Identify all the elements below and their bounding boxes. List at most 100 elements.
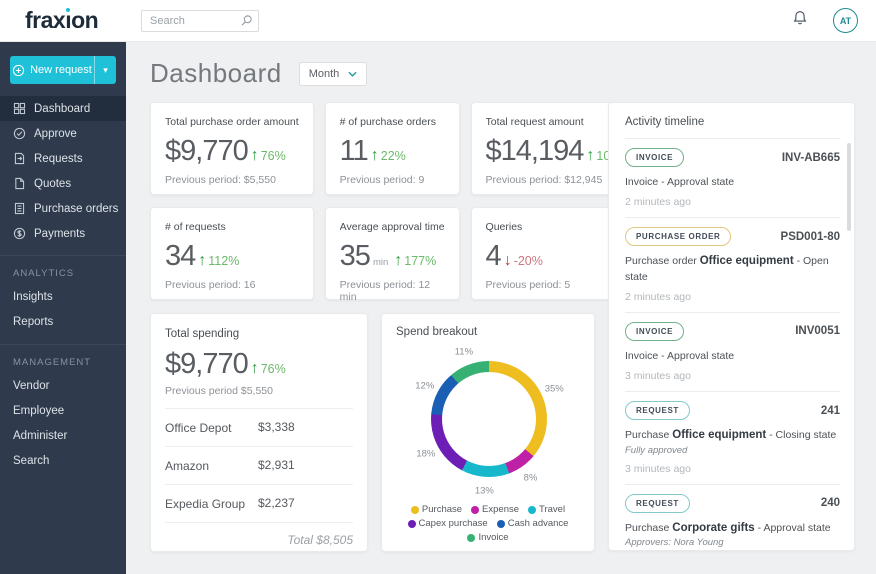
activity-description: Purchase Corporate gifts - Approval stat… <box>625 521 831 534</box>
kpi-value: 34 <box>165 240 196 272</box>
activity-id: PSD001-80 <box>780 230 840 243</box>
kpi-label: Total purchase order amount <box>165 116 299 128</box>
sidebar-item-administer[interactable]: Administer <box>0 424 126 449</box>
invoice-badge: INVOICE <box>625 148 685 167</box>
sidebar-item-quotes[interactable]: Quotes <box>0 171 126 196</box>
activity-id: 240 <box>820 497 840 510</box>
request-badge: REQUEST <box>625 493 690 513</box>
activity-time: 2 minutes ago <box>625 196 691 209</box>
sidebar-item-label: Approve <box>34 127 77 140</box>
bell-icon[interactable] <box>791 9 809 32</box>
chevron-down-icon <box>348 71 357 77</box>
donut-label: 8% <box>523 472 538 484</box>
search-icon <box>240 14 253 32</box>
kpi-label: # of purchase orders <box>339 116 436 128</box>
new-request-split-button: New request ▾ <box>10 56 116 84</box>
sidebar-item-reports[interactable]: Reports <box>0 310 126 335</box>
sidebar-item-approve[interactable]: Approve <box>0 121 126 146</box>
request-badge: REQUEST <box>625 401 690 421</box>
spending-delta: 76% <box>260 362 286 376</box>
legend-item: Expense <box>471 504 519 515</box>
spending-value: $9,770 <box>165 348 249 380</box>
kpi-label: # of requests <box>165 221 226 233</box>
quote-doc-icon <box>15 177 25 190</box>
kpi-previous: Previous period: 5 <box>485 279 571 291</box>
kpi-previous: Previous period: $12,945 <box>485 174 603 186</box>
check-circle-icon <box>13 127 26 140</box>
scrollbar-thumb[interactable] <box>847 143 851 231</box>
kpi-card-total-po-amount: Total purchase order amount $9,770 ↑ 76% P… <box>150 102 314 195</box>
sidebar-item-insights[interactable]: Insights <box>0 285 126 310</box>
legend-item: Purchase <box>410 504 462 515</box>
vendor-row: Expedia Group $2,237 <box>165 484 353 522</box>
kpi-previous: Previous period: $5,550 <box>165 174 276 186</box>
sidebar-item-search[interactable]: Search <box>0 449 126 474</box>
legend-item: Invoice <box>467 532 509 543</box>
activity-item[interactable]: INVOICE INV0051 Invoice - Approval state … <box>625 311 840 391</box>
kpi-delta: 22% <box>380 149 406 163</box>
vendor-row: Office Depot $3,338 <box>165 408 353 446</box>
new-request-label: New request <box>30 64 92 76</box>
kpi-label: Average approval time <box>339 221 445 233</box>
sidebar-item-label: Dashboard <box>34 102 91 115</box>
main-content: Dashboard Month Total purchase order amo… <box>126 42 876 574</box>
activity-item[interactable]: PURCHASE ORDER PSD001-80 Purchase order O… <box>625 217 840 312</box>
sidebar-section-analytics: ANALYTICS <box>13 268 75 279</box>
legend-item: Capex purchase <box>407 518 488 529</box>
kpi-delta: 76% <box>260 149 286 163</box>
up-arrow-icon: ↑ <box>250 360 259 377</box>
kpi-previous: Previous period: 9 <box>339 174 425 186</box>
sidebar-item-payments[interactable]: Payments <box>0 221 126 246</box>
kpi-delta: 177% <box>404 254 437 268</box>
spending-title: Total spending <box>165 328 240 340</box>
sidebar-item-label: Payments <box>34 227 86 240</box>
sidebar-item-label: Requests <box>34 152 83 165</box>
kpi-previous: Previous period: 16 <box>165 279 256 291</box>
activity-time: 2 minutes ago <box>625 290 691 303</box>
dollar-circle-icon <box>13 227 26 240</box>
legend-dot <box>407 519 416 528</box>
sidebar-item-vendor[interactable]: Vendor <box>0 374 126 399</box>
legend-dot <box>467 533 476 542</box>
period-dropdown[interactable]: Month <box>298 61 368 86</box>
kpi-grid: Total purchase order amount $9,770 ↑ 76% P… <box>150 102 637 303</box>
kpi-card-request-count: # of requests 34 ↑ 112% Previous period: 1… <box>150 207 314 300</box>
kpi-unit: min <box>372 257 389 268</box>
kpi-value: 4 <box>485 240 502 272</box>
activity-note: Fully approved <box>625 444 688 456</box>
sidebar-item-label: Quotes <box>34 177 72 190</box>
sidebar-item-employee[interactable]: Employee <box>0 399 126 424</box>
kpi-delta: 112% <box>208 254 240 268</box>
donut-label: 11% <box>454 346 474 358</box>
sidebar-item-purchase-orders[interactable]: Purchase orders <box>0 196 126 221</box>
activity-time: 3 minutes ago <box>625 462 691 475</box>
purchase-order-badge: PURCHASE ORDER <box>625 227 732 247</box>
new-request-button[interactable]: New request <box>10 56 94 84</box>
donut-label: 18% <box>416 448 436 460</box>
donut-wrap: 35% 8% 13% 18% 12% 11% <box>396 340 582 498</box>
avatar[interactable]: AT <box>833 8 858 33</box>
activity-item[interactable]: INVOICE INV-AB665 Invoice - Approval stat… <box>625 138 840 217</box>
sidebar-item-dashboard[interactable]: Dashboard <box>0 96 126 121</box>
up-arrow-icon: ↑ <box>250 147 259 164</box>
sidebar-section-management: MANAGEMENT <box>13 357 92 368</box>
activity-note: Approvers: Nora Young <box>625 537 724 549</box>
vendor-name: Office Depot <box>165 421 232 435</box>
kpi-value: $14,194 <box>485 135 585 167</box>
donut-label: 12% <box>415 380 435 392</box>
activity-id: INV-AB665 <box>781 151 840 164</box>
activity-description: Purchase order Office equipment - Open s… <box>625 255 829 283</box>
new-request-caret-button[interactable]: ▾ <box>94 56 116 84</box>
plus-circle-icon <box>12 64 25 76</box>
legend-item: Travel <box>528 504 565 515</box>
spending-total: Total $8,505 <box>165 522 353 547</box>
kpi-previous: Previous period: 12 min <box>339 279 431 303</box>
activity-title: Activity timeline <box>625 116 705 128</box>
activity-item[interactable]: REQUEST 241 Purchase Office equipment - C… <box>625 391 840 484</box>
activity-item[interactable]: REQUEST 240 Purchase Corporate gifts - Ap… <box>625 483 840 550</box>
legend-dot <box>471 505 480 514</box>
sidebar-item-requests[interactable]: Requests <box>0 146 126 171</box>
purchase-order-icon <box>14 202 25 215</box>
vendor-row: Amazon $2,931 <box>165 446 353 484</box>
vendor-amount: $3,338 <box>258 420 295 434</box>
